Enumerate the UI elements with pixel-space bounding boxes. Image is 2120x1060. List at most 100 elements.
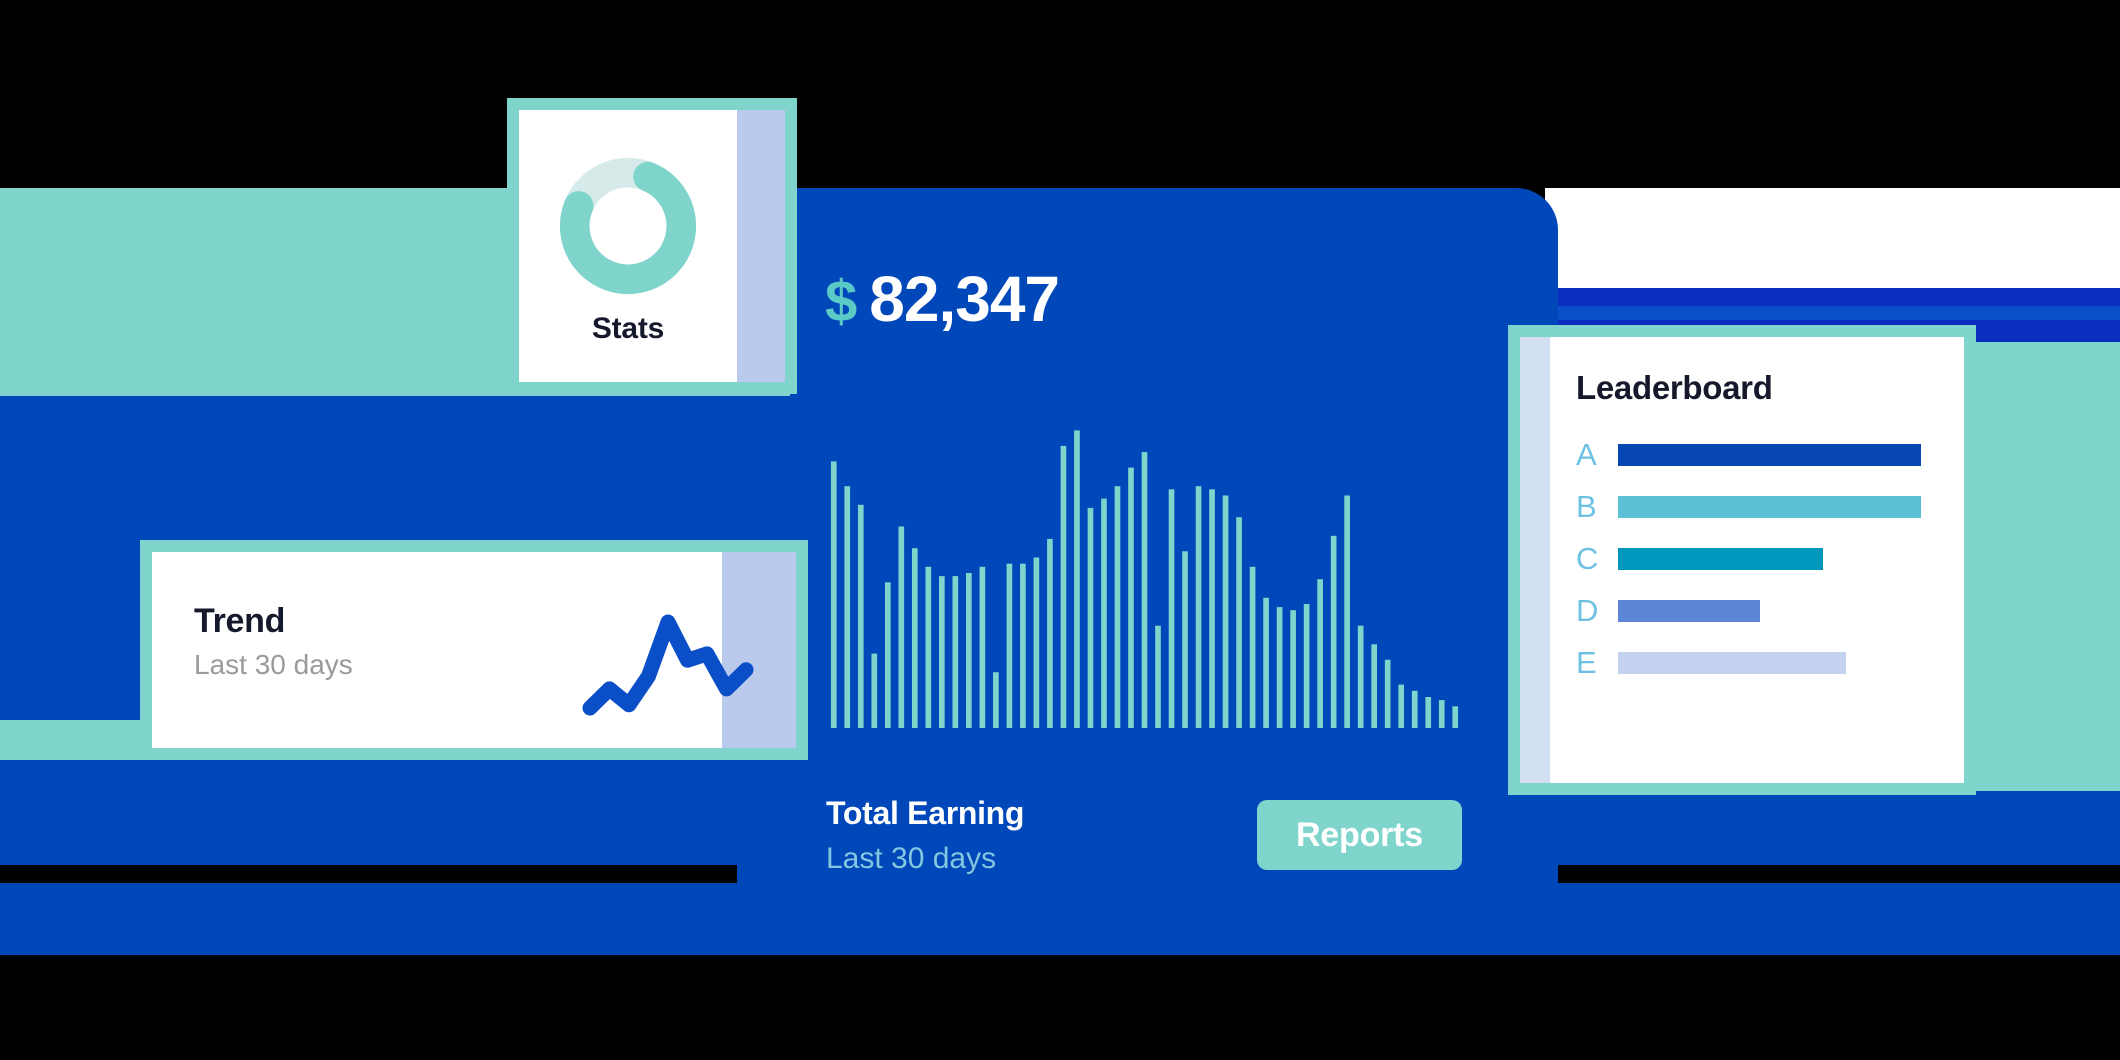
- leaderboard-row-track: [1618, 444, 1934, 466]
- leaderboard-row-track: [1618, 496, 1934, 518]
- stats-card-content: Stats: [519, 110, 737, 382]
- leaderboard-row-bar: [1618, 652, 1846, 674]
- total-amount: $ 82,347: [825, 262, 1060, 336]
- leaderboard-surface: Leaderboard ABCDE: [1520, 337, 1964, 783]
- bar-chart-bar: [1195, 486, 1202, 728]
- total-earning-subtitle: Last 30 days: [826, 842, 997, 875]
- bar-chart-bar: [1236, 517, 1242, 728]
- bar-chart-bar: [1101, 498, 1107, 728]
- bar-chart-bar: [1033, 557, 1040, 728]
- bar-chart-bar: [1182, 551, 1188, 728]
- earnings-bar-chart: [827, 418, 1462, 728]
- leaderboard-row-bar: [1618, 600, 1761, 622]
- bar-chart-bar: [1006, 563, 1013, 728]
- stats-card-accent-strip: [737, 110, 785, 382]
- leaderboard-content: Leaderboard ABCDE: [1550, 337, 1964, 783]
- bar-chart-bar: [1357, 625, 1364, 728]
- background-deepblue-bar-right-upper: [1545, 288, 2120, 306]
- trend-card-title: Trend: [194, 602, 286, 640]
- leaderboard-row-bar: [1618, 496, 1922, 518]
- leaderboard-row[interactable]: A: [1576, 429, 1934, 481]
- bar-chart-bar: [1249, 566, 1256, 728]
- background-black-bottom: [0, 955, 2120, 1060]
- leaderboard-row[interactable]: B: [1576, 481, 1934, 533]
- bar-chart-bar: [898, 526, 905, 728]
- bar-chart-bar: [979, 566, 986, 728]
- bar-chart-bar: [1263, 597, 1269, 728]
- stats-card-surface: Stats: [519, 110, 785, 382]
- leaderboard-row[interactable]: D: [1576, 585, 1934, 637]
- leaderboard-row-track: [1618, 652, 1934, 674]
- trend-card-surface: Trend Last 30 days: [152, 552, 796, 748]
- bar-chart-bar: [871, 653, 878, 728]
- bar-chart-bar: [1371, 644, 1378, 728]
- bar-chart-bar: [911, 548, 918, 728]
- bar-chart-bar: [1114, 486, 1121, 728]
- stats-card[interactable]: Stats: [507, 98, 797, 394]
- bar-chart-bar: [1222, 495, 1229, 728]
- leaderboard-row-label: A: [1576, 437, 1597, 472]
- trend-card-text: Trend Last 30 days: [194, 602, 353, 681]
- bar-chart-bar: [1087, 507, 1094, 728]
- background-black-strip-left: [0, 865, 737, 883]
- leaderboard-card[interactable]: Leaderboard ABCDE: [1508, 325, 1976, 795]
- bar-chart-bar: [1452, 706, 1459, 728]
- leaderboard-row[interactable]: C: [1576, 533, 1934, 585]
- bar-chart-bar: [1290, 610, 1296, 728]
- amount-value: 82,347: [869, 263, 1060, 335]
- bar-chart-bar: [1074, 430, 1080, 728]
- leaderboard-row-bar: [1618, 548, 1824, 570]
- leaderboard-row-label: D: [1576, 593, 1599, 628]
- currency-symbol: $: [825, 269, 858, 334]
- bar-chart-bar: [1303, 604, 1310, 728]
- stats-card-label: Stats: [591, 312, 665, 345]
- bar-chart-bar: [966, 573, 972, 728]
- total-earning-title: Total Earning: [826, 795, 1025, 831]
- total-earning-block: Total Earning Last 30 days: [826, 795, 1024, 876]
- bar-chart-bar: [1398, 684, 1405, 728]
- bar-chart-bar: [1047, 538, 1053, 728]
- bar-chart-bar: [1128, 467, 1134, 728]
- background-blue-bar-right-middle: [1545, 306, 2120, 320]
- background-black-top-middle: [797, 0, 1545, 188]
- bar-chart-bar: [939, 576, 945, 728]
- bar-chart-bar: [1168, 489, 1175, 728]
- donut-chart-icon: [554, 152, 702, 300]
- trend-card[interactable]: Trend Last 30 days: [140, 540, 808, 760]
- background-blue-notch-left: [0, 760, 140, 865]
- bar-chart-bar: [993, 672, 999, 728]
- bar-chart-bar: [1330, 535, 1337, 728]
- leaderboard-row-bar: [1618, 444, 1922, 466]
- reports-button[interactable]: Reports: [1257, 800, 1462, 870]
- leaderboard-title: Leaderboard: [1576, 369, 1773, 406]
- background-black-top-left: [0, 0, 507, 188]
- leaderboard-row-track: [1618, 600, 1934, 622]
- leaderboard-accent-strip: [1520, 337, 1550, 783]
- background-black-strip-right: [1548, 865, 2120, 883]
- bar-chart-bar: [1384, 659, 1391, 728]
- leaderboard-row-track: [1618, 548, 1934, 570]
- bar-chart-bar: [925, 566, 932, 728]
- bar-chart-bar: [884, 582, 891, 728]
- dashboard-illustration: Stats Trend Last 30 days $ 82,347 Total …: [0, 0, 2120, 1060]
- leaderboard-rows: ABCDE: [1576, 429, 1934, 689]
- bar-chart-bar: [1020, 563, 1026, 728]
- bar-chart-bar: [844, 486, 851, 728]
- bar-chart-bar: [857, 504, 864, 728]
- bar-chart-bar: [1276, 607, 1283, 728]
- trend-sparkline-icon: [578, 610, 758, 720]
- leaderboard-row-label: B: [1576, 489, 1597, 524]
- trend-card-subtitle: Last 30 days: [194, 649, 353, 680]
- bar-chart-bar: [1155, 625, 1161, 728]
- bar-chart-bar: [1317, 579, 1323, 728]
- bar-chart-bar: [830, 461, 837, 728]
- leaderboard-row[interactable]: E: [1576, 637, 1934, 689]
- bar-chart-bar: [952, 576, 959, 728]
- bar-chart-bar: [1438, 700, 1445, 728]
- bar-chart-bar: [1425, 697, 1432, 728]
- leaderboard-row-label: E: [1576, 645, 1597, 680]
- leaderboard-row-label: C: [1576, 541, 1599, 576]
- bar-chart-bar: [1344, 495, 1350, 728]
- bar-chart-bar: [1060, 445, 1067, 728]
- bar-chart-bar: [1411, 690, 1418, 728]
